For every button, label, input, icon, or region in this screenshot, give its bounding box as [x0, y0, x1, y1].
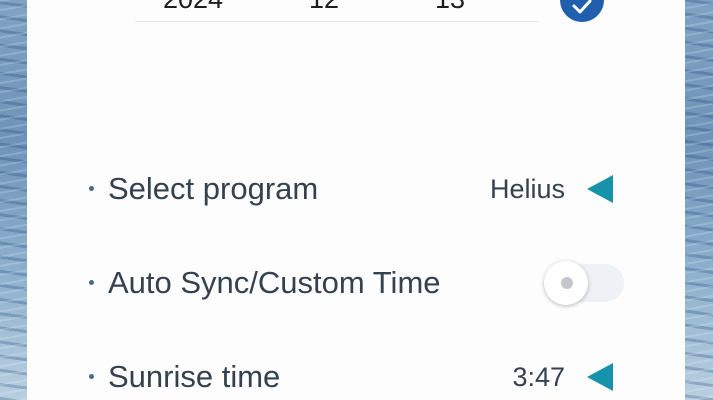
- screen: 2024 12 13 Select program Helius Auto Sy…: [0, 0, 713, 400]
- bullet-icon: [89, 374, 94, 379]
- selected-program-value: Helius: [489, 174, 565, 204]
- toggle-knob[interactable]: [544, 261, 588, 305]
- confirm-date-button[interactable]: [560, 0, 604, 22]
- date-picker[interactable]: 2024 12 13: [135, 0, 539, 22]
- sunrise-time-row[interactable]: Sunrise time 3:47: [27, 356, 685, 396]
- triangle-left-icon[interactable]: [587, 175, 613, 203]
- auto-sync-toggle[interactable]: [544, 261, 624, 305]
- date-year[interactable]: 2024: [163, 0, 223, 14]
- bullet-icon: [89, 186, 94, 191]
- sunrise-time-value: 3:47: [512, 362, 565, 392]
- check-icon: [572, 0, 592, 14]
- settings-panel: 2024 12 13 Select program Helius Auto Sy…: [27, 0, 685, 400]
- date-month[interactable]: 12: [309, 0, 339, 14]
- select-program-row[interactable]: Select program Helius: [27, 168, 685, 208]
- auto-sync-label: Auto Sync/Custom Time: [108, 265, 441, 300]
- sunrise-time-label: Sunrise time: [108, 359, 281, 394]
- triangle-left-icon[interactable]: [587, 363, 613, 391]
- date-day[interactable]: 13: [435, 0, 465, 14]
- select-program-label: Select program: [108, 171, 319, 206]
- bullet-icon: [89, 280, 94, 285]
- auto-sync-row: Auto Sync/Custom Time: [27, 261, 685, 305]
